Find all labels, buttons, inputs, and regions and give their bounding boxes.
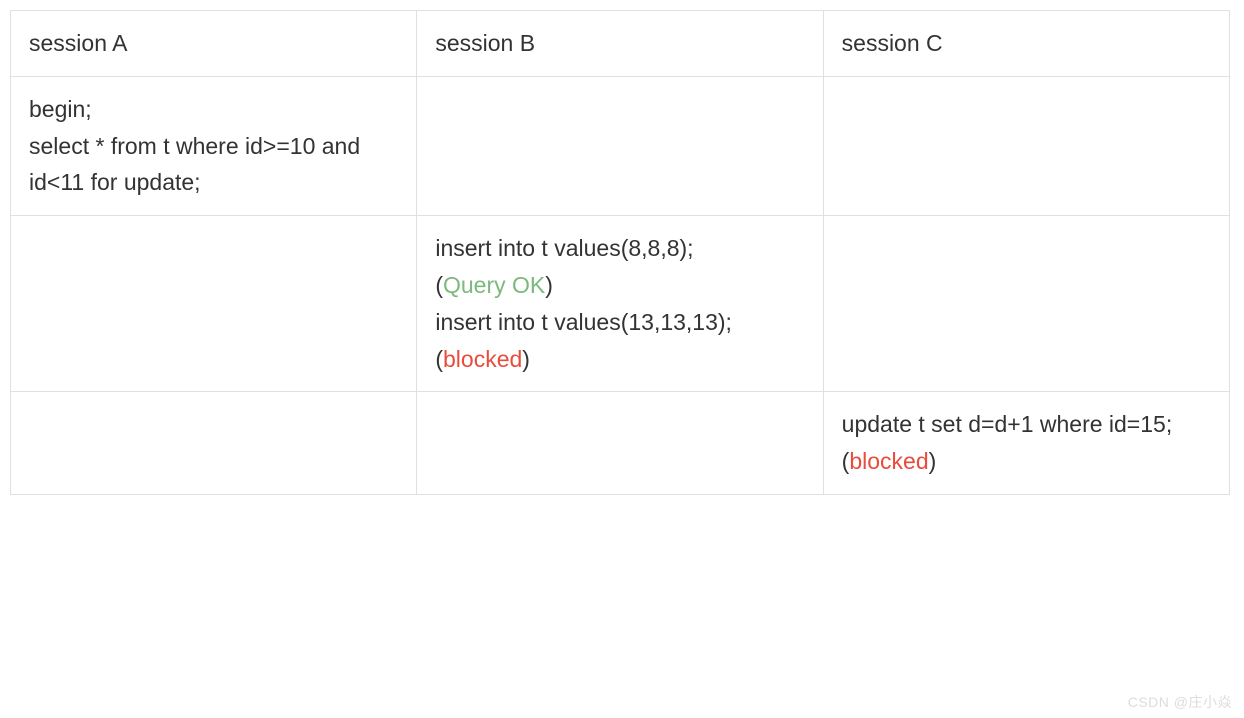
sql-line: select * from t where id>=10 and id<11 f… <box>29 128 398 202</box>
sql-line: begin; <box>29 91 398 128</box>
paren-open: ( <box>435 346 443 372</box>
cell-r1-a: begin; select * from t where id>=10 and … <box>11 76 417 215</box>
watermark: CSDN @庄小焱 <box>1128 692 1232 712</box>
status-line: (blocked) <box>842 443 1211 480</box>
sql-line: update t set d=d+1 where id=15; <box>842 406 1211 443</box>
cell-r2-c <box>823 216 1229 392</box>
header-session-a: session A <box>11 11 417 77</box>
status-line: (blocked) <box>435 341 804 378</box>
session-table: session A session B session C begin; sel… <box>10 10 1230 495</box>
cell-r1-c <box>823 76 1229 215</box>
status-ok: Query OK <box>443 272 545 298</box>
header-session-b: session B <box>417 11 823 77</box>
cell-r3-c: update t set d=d+1 where id=15; (blocked… <box>823 392 1229 495</box>
status-line: (Query OK) <box>435 267 804 304</box>
paren-close: ) <box>929 448 937 474</box>
cell-r1-b <box>417 76 823 215</box>
status-blocked: blocked <box>443 346 522 372</box>
table-row: insert into t values(8,8,8); (Query OK) … <box>11 216 1230 392</box>
table-row: begin; select * from t where id>=10 and … <box>11 76 1230 215</box>
paren-open: ( <box>435 272 443 298</box>
table-row: update t set d=d+1 where id=15; (blocked… <box>11 392 1230 495</box>
table-header-row: session A session B session C <box>11 11 1230 77</box>
cell-r2-b: insert into t values(8,8,8); (Query OK) … <box>417 216 823 392</box>
status-blocked: blocked <box>849 448 928 474</box>
cell-r3-b <box>417 392 823 495</box>
cell-r3-a <box>11 392 417 495</box>
sql-line: insert into t values(8,8,8); <box>435 230 804 267</box>
paren-close: ) <box>522 346 530 372</box>
paren-close: ) <box>545 272 553 298</box>
cell-r2-a <box>11 216 417 392</box>
sql-line: insert into t values(13,13,13); <box>435 304 804 341</box>
header-session-c: session C <box>823 11 1229 77</box>
